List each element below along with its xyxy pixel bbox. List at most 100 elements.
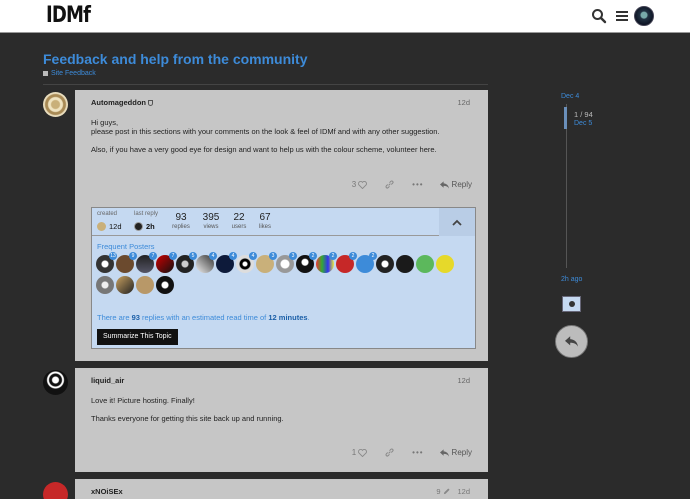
more-options-icon[interactable]: •••	[412, 180, 423, 189]
poster-avatar[interactable]: 7	[136, 252, 157, 273]
poster-avatar[interactable]	[116, 276, 134, 294]
poster-avatar[interactable]: 3	[256, 252, 277, 273]
post-count-badge: 3	[269, 252, 277, 260]
site-logo[interactable]: IDMf	[46, 3, 91, 28]
post-count-badge: 2	[349, 252, 357, 260]
summary-info: There are 93 replies with an estimated r…	[97, 313, 310, 322]
created-value[interactable]: 12d	[97, 222, 122, 231]
poster-avatar[interactable]	[436, 255, 454, 273]
poster-avatar[interactable]: 2	[296, 252, 317, 273]
post-count-badge: 4	[229, 252, 237, 260]
poster-avatar[interactable]	[376, 255, 394, 273]
like-button[interactable]: 3	[352, 180, 368, 189]
poster-avatar[interactable]: 4	[216, 252, 237, 273]
summary-mid: replies with an estimated read time of	[139, 313, 269, 322]
poster-avatar[interactable]: 2	[356, 252, 377, 273]
post-actions: 1 ••• Reply	[352, 448, 472, 457]
summary-replies: 93	[131, 313, 140, 322]
post-count-badge: 7	[169, 252, 177, 260]
post: liquid_air 12d Love it! Picture hosting.…	[75, 368, 488, 472]
avatar	[97, 222, 106, 231]
edit-count[interactable]: 9	[436, 487, 440, 496]
category-badge[interactable]: Site Feedback	[43, 70, 96, 77]
topic-stats: created 12d last reply 2h 93 replies 395…	[92, 208, 475, 236]
shield-icon	[148, 100, 153, 107]
post-paragraph: please post in this sections with your c…	[91, 127, 440, 136]
last-reply-value[interactable]: 2h	[134, 222, 155, 231]
timeline-reply-button[interactable]	[555, 325, 588, 358]
frequent-posters-title: Frequent Posters	[97, 242, 155, 251]
username-text: Automageddon	[91, 98, 146, 107]
timeline-end-label[interactable]: 2h ago	[561, 276, 582, 283]
heart-icon	[358, 448, 368, 457]
avatar	[134, 222, 143, 231]
collapse-button[interactable]	[439, 208, 475, 236]
timeline-start-date[interactable]: Dec 4	[561, 93, 579, 100]
link-icon[interactable]	[385, 180, 394, 189]
poster-avatar[interactable]: 4	[196, 252, 217, 273]
post-username[interactable]: Automageddon	[91, 98, 153, 107]
poster-avatar[interactable]: 13	[96, 252, 117, 273]
avatar[interactable]	[43, 370, 68, 395]
reply-label: Reply	[451, 448, 472, 457]
tracking-dot-icon	[568, 301, 575, 307]
notification-level-button[interactable]	[562, 296, 581, 312]
category-color-square	[43, 71, 48, 76]
topic-title[interactable]: Feedback and help from the community	[43, 51, 308, 67]
site-header: IDMf	[0, 0, 690, 33]
poster-avatar[interactable]: 2	[316, 252, 337, 273]
post-body: Love it! Picture hosting. Finally! Thank…	[91, 396, 471, 432]
reply-arrow-icon	[439, 180, 449, 189]
link-icon[interactable]	[385, 448, 394, 457]
post-paragraph: Love it! Picture hosting. Finally!	[91, 396, 195, 405]
avatar[interactable]	[43, 482, 68, 499]
user-avatar[interactable]	[634, 6, 654, 26]
poster-avatar[interactable]: 3	[276, 252, 297, 273]
heart-icon	[358, 180, 368, 189]
poster-avatar[interactable]	[96, 276, 114, 294]
summary-prefix: There are	[97, 313, 132, 322]
hamburger-menu-icon[interactable]	[614, 8, 630, 24]
post-count-badge: 9	[129, 252, 137, 260]
post-meta: 9 12d	[436, 487, 470, 496]
summarize-topic-button[interactable]: Summarize This Topic	[97, 329, 178, 345]
timeline-handle[interactable]	[564, 107, 567, 129]
reply-arrow-icon	[565, 336, 578, 347]
reply-button[interactable]: Reply	[439, 448, 472, 457]
created-time: 12d	[109, 222, 122, 231]
pencil-icon	[444, 488, 451, 495]
post-username[interactable]: liquid_air	[91, 376, 124, 385]
post-username[interactable]: xNOiSEx	[91, 487, 123, 496]
post-count-badge: 3	[289, 252, 297, 260]
poster-avatar[interactable]: 7	[156, 252, 177, 273]
timeline-position: 1 / 94	[574, 110, 593, 119]
poster-avatar[interactable]: 9	[116, 252, 137, 273]
search-icon[interactable]	[591, 8, 607, 24]
last-reply-time: 2h	[146, 222, 155, 231]
post-date[interactable]: 12d	[457, 487, 470, 496]
avatar[interactable]	[43, 92, 68, 117]
post-date[interactable]: 12d	[457, 376, 470, 385]
reply-arrow-icon	[439, 448, 449, 457]
timeline-current-date: Dec 5	[574, 120, 593, 127]
category-label: Site Feedback	[51, 70, 96, 77]
created-label: created	[97, 211, 118, 217]
post-date[interactable]: 12d	[457, 98, 470, 107]
poster-avatar[interactable]	[136, 276, 154, 294]
reply-label: Reply	[451, 180, 472, 189]
like-button[interactable]: 1	[352, 448, 368, 457]
topic-map: created 12d last reply 2h 93 replies 395…	[91, 207, 476, 349]
poster-avatar[interactable]	[416, 255, 434, 273]
poster-avatar[interactable]	[396, 255, 414, 273]
poster-avatar[interactable]	[156, 276, 174, 294]
likes-label: likes	[258, 224, 271, 230]
post-actions: 3 ••• Reply	[352, 180, 472, 189]
reply-button[interactable]: Reply	[439, 180, 472, 189]
post-count-badge: 13	[109, 252, 117, 260]
poster-avatar[interactable]: 5	[176, 252, 197, 273]
post-paragraph: Thanks everyone for getting this site ba…	[91, 414, 284, 423]
poster-avatar[interactable]: 2	[336, 252, 357, 273]
poster-avatar[interactable]: 4	[236, 252, 257, 273]
more-options-icon[interactable]: •••	[412, 448, 423, 457]
summary-time: 12 minutes	[268, 313, 308, 322]
